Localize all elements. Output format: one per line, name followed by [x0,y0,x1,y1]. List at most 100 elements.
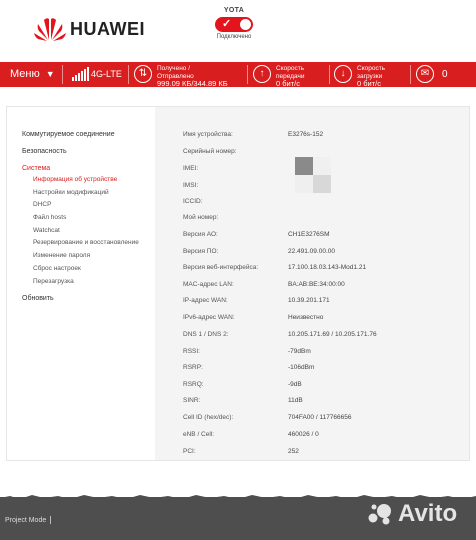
upload-arrow-icon: ↑ [253,65,271,83]
divider [128,65,129,84]
download-arrow-icon: ↓ [334,65,352,83]
avito-wordmark: Avito [398,500,458,527]
info-value: 11dB [288,397,303,404]
info-value: BA:AB:BE:34:00:00 [288,281,345,288]
censor-block [313,175,331,193]
messages-icon[interactable]: ✉ [416,65,434,83]
project-mode-link[interactable]: Project Mode [5,516,52,524]
info-row: DNS 1 / DNS 2: 10.205.171.69 / 10.205.171… [183,331,463,343]
info-row: Мой номер: [183,214,463,226]
info-key: eNB / Cell: [183,431,215,438]
info-value: Неизвестно [288,314,324,321]
divider [410,65,411,84]
info-row: Имя устройства: E3276s-152 [183,131,463,143]
info-key: Cell ID (hex/dec): [183,414,234,421]
info-key: IPv6-адрес WAN: [183,314,235,321]
info-key: Имя устройства: [183,131,233,138]
divider [62,65,63,84]
info-row: eNB / Cell: 460026 / 0 [183,431,463,443]
info-value: 22.491.09.00.00 [288,248,335,255]
sidebar-item-update[interactable]: Обновить [7,294,155,311]
info-key: Версия веб-интерфейса: [183,264,259,271]
sidebar-subitem-hosts[interactable]: Файл hosts [7,214,155,227]
sidebar-subitem-dhcp[interactable]: DHCP [7,201,155,214]
menu-label: Меню [10,68,40,80]
info-row: RSSI: -79dBm [183,348,463,360]
info-row: Cell ID (hex/dec): 704FA00 / 117766656 [183,414,463,426]
censor-block [313,157,331,175]
info-key: DNS 1 / DNS 2: [183,331,229,338]
traffic-label: Получено / [157,65,191,72]
connection-toggle[interactable]: ✓ [215,17,253,32]
triangle-down-icon: ▼ [45,69,55,79]
content-panel: Коммутируемое соединение Безопасность Си… [6,106,470,461]
info-row: ICCID: [183,198,463,210]
sidebar-subitem-mod-settings[interactable]: Настройки модификаций [7,189,155,202]
info-row: MAC-адрес LAN: BA:AB:BE:34:00:00 [183,281,463,293]
info-value: 252 [288,448,299,455]
info-key: Версия АО: [183,231,218,238]
info-value: 10.205.171.69 / 10.205.171.76 [288,331,377,338]
traffic-value: 999.09 КБ/344.89 КБ [157,79,228,88]
info-value: -106dBm [288,364,315,371]
info-key: SINR: [183,397,201,404]
info-row: SINR: 11dB [183,397,463,409]
brand-name: HUAWEI [70,18,145,39]
info-row: RSRP: -106dBm [183,364,463,376]
info-row: Версия ПО: 22.491.09.00.00 [183,248,463,260]
avito-watermark: Avito [368,500,457,528]
status-bar: Меню ▼ 4G-LTE ⇅ Получено / Отправлено 999… [0,62,476,87]
device-info-table: Имя устройства: E3276s-152 Серийный номер… [155,107,469,460]
info-row: PCI: 252 [183,448,463,460]
info-key: MAC-адрес LAN: [183,281,234,288]
info-value: 704FA00 / 117766656 [288,414,352,421]
info-key: Серийный номер: [183,148,237,155]
sidebar-subitem-backup[interactable]: Резервирование и восстановление [7,239,155,252]
info-key: PCI: [183,448,196,455]
sidebar-subitem-watchcat[interactable]: Watchcat [7,227,155,240]
sidebar-subitem-reset[interactable]: Сброс настроек [7,265,155,278]
toggle-knob [240,19,251,30]
sidebar: Коммутируемое соединение Безопасность Си… [7,107,155,460]
operator-name: YOTA [223,7,245,14]
info-key: IMEI: [183,165,199,172]
checkmark-icon: ✓ [222,18,232,30]
sidebar-item-dialup[interactable]: Коммутируемое соединение [7,130,155,147]
sidebar-item-system[interactable]: Система [7,164,155,176]
huawei-logo: HUAWEI [34,16,145,42]
download-stat: Скорость загрузки 0 бит/с [357,65,385,88]
info-key: Версия ПО: [183,248,219,255]
traffic-stat: Получено / Отправлено 999.09 КБ/344.89 К… [157,65,228,88]
upload-stat: Скорость передачи 0 бит/с [276,65,305,88]
network-type: 4G-LTE [91,69,122,79]
divider [247,65,248,84]
censor-block [295,175,313,193]
sidebar-item-security[interactable]: Безопасность [7,147,155,164]
signal-strength-icon [72,67,89,81]
info-row: IP-адрес WAN: 10.39.201.171 [183,297,463,309]
operator-switch[interactable]: YOTA ✓ Подключено [212,7,256,40]
project-mode-label: Project Mode [5,516,47,524]
traffic-icon: ⇅ [134,65,152,83]
info-value: 10.39.201.171 [288,297,330,304]
info-value: -9dB [288,381,302,388]
sidebar-subitem-password[interactable]: Изменение пароля [7,252,155,265]
connection-status: Подключено [216,34,252,40]
info-key: IP-адрес WAN: [183,297,228,304]
info-key: RSRP: [183,364,203,371]
divider [50,516,52,524]
sidebar-subitem-reboot[interactable]: Перезагрузка [7,278,155,291]
top-header: HUAWEI YOTA ✓ Подключено [0,0,476,62]
menu-button[interactable]: Меню ▼ [10,68,55,80]
info-row: RSRQ: -9dB [183,381,463,393]
censor-block [295,157,313,175]
info-key: Мой номер: [183,214,219,221]
info-value: 17.100.18.03.143-Mod1.21 [288,264,367,271]
info-key: IMSI: [183,182,199,189]
info-value: 460026 / 0 [288,431,319,438]
messages-count: 0 [442,69,448,80]
sidebar-subitem-device-info[interactable]: Информация об устройстве [7,176,155,189]
info-value: E3276s-152 [288,131,324,138]
info-key: RSSI: [183,348,200,355]
info-row: IPv6-адрес WAN: Неизвестно [183,314,463,326]
